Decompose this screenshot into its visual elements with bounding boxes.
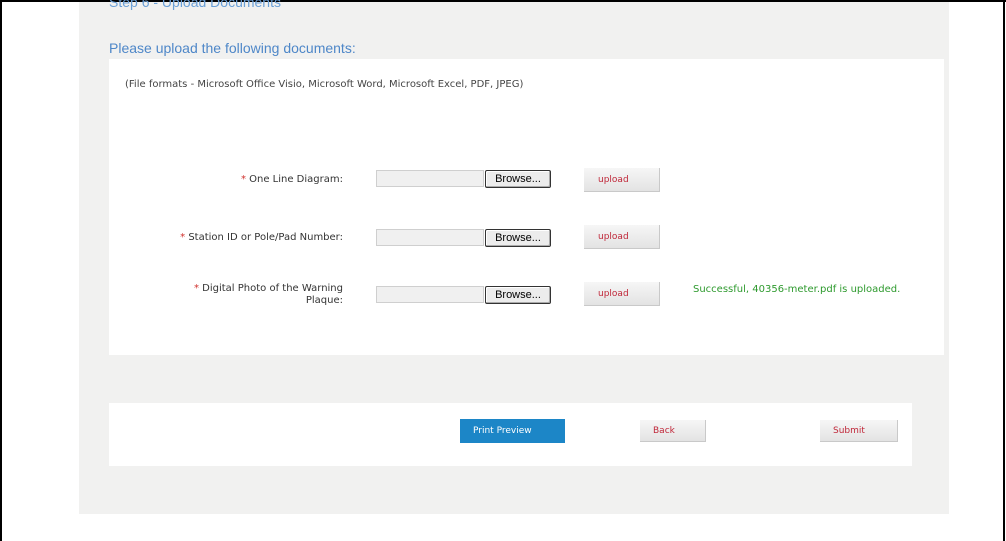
station-id-label: * Station ID or Pole/Pad Number:	[180, 232, 343, 244]
submit-button[interactable]: Submit	[820, 420, 898, 442]
upload-heading: Please upload the following documents:	[109, 40, 356, 56]
one-line-diagram-upload-button[interactable]: upload	[584, 168, 660, 192]
warning-plaque-photo-browse-button[interactable]: Browse...	[485, 286, 551, 304]
row-label-text: Digital Photo of the Warning	[202, 283, 343, 294]
window-border-left	[0, 0, 2, 541]
window-border-right	[1003, 0, 1005, 541]
row-label-text: One Line Diagram:	[249, 174, 343, 185]
warning-plaque-photo-label: * Digital Photo of the Warning Plaque:	[194, 283, 343, 307]
one-line-diagram-file-field[interactable]	[376, 170, 484, 187]
warning-plaque-photo-file-field[interactable]	[376, 286, 484, 303]
station-id-file-field[interactable]	[376, 229, 484, 246]
documents-section	[109, 59, 944, 355]
row-label-text: Station ID or Pole/Pad Number:	[188, 232, 343, 243]
back-button[interactable]: Back	[640, 420, 706, 442]
file-formats-note: (File formats - Microsoft Office Visio, …	[125, 79, 524, 90]
station-id-upload-button[interactable]: upload	[584, 225, 660, 249]
warning-plaque-photo-upload-button[interactable]: upload	[584, 282, 660, 306]
upload-success-message: Successful, 40356-meter.pdf is uploaded.	[693, 284, 901, 295]
required-marker: *	[240, 174, 246, 185]
one-line-diagram-label: * One Line Diagram:	[241, 174, 343, 186]
required-marker: *	[193, 283, 199, 294]
step-title: Step 6 - Upload Documents	[109, 0, 281, 10]
one-line-diagram-browse-button[interactable]: Browse...	[485, 170, 551, 188]
station-id-browse-button[interactable]: Browse...	[485, 229, 551, 247]
print-preview-button[interactable]: Print Preview	[460, 419, 565, 443]
row-label-text-line2: Plaque:	[305, 295, 343, 306]
required-marker: *	[180, 232, 186, 243]
